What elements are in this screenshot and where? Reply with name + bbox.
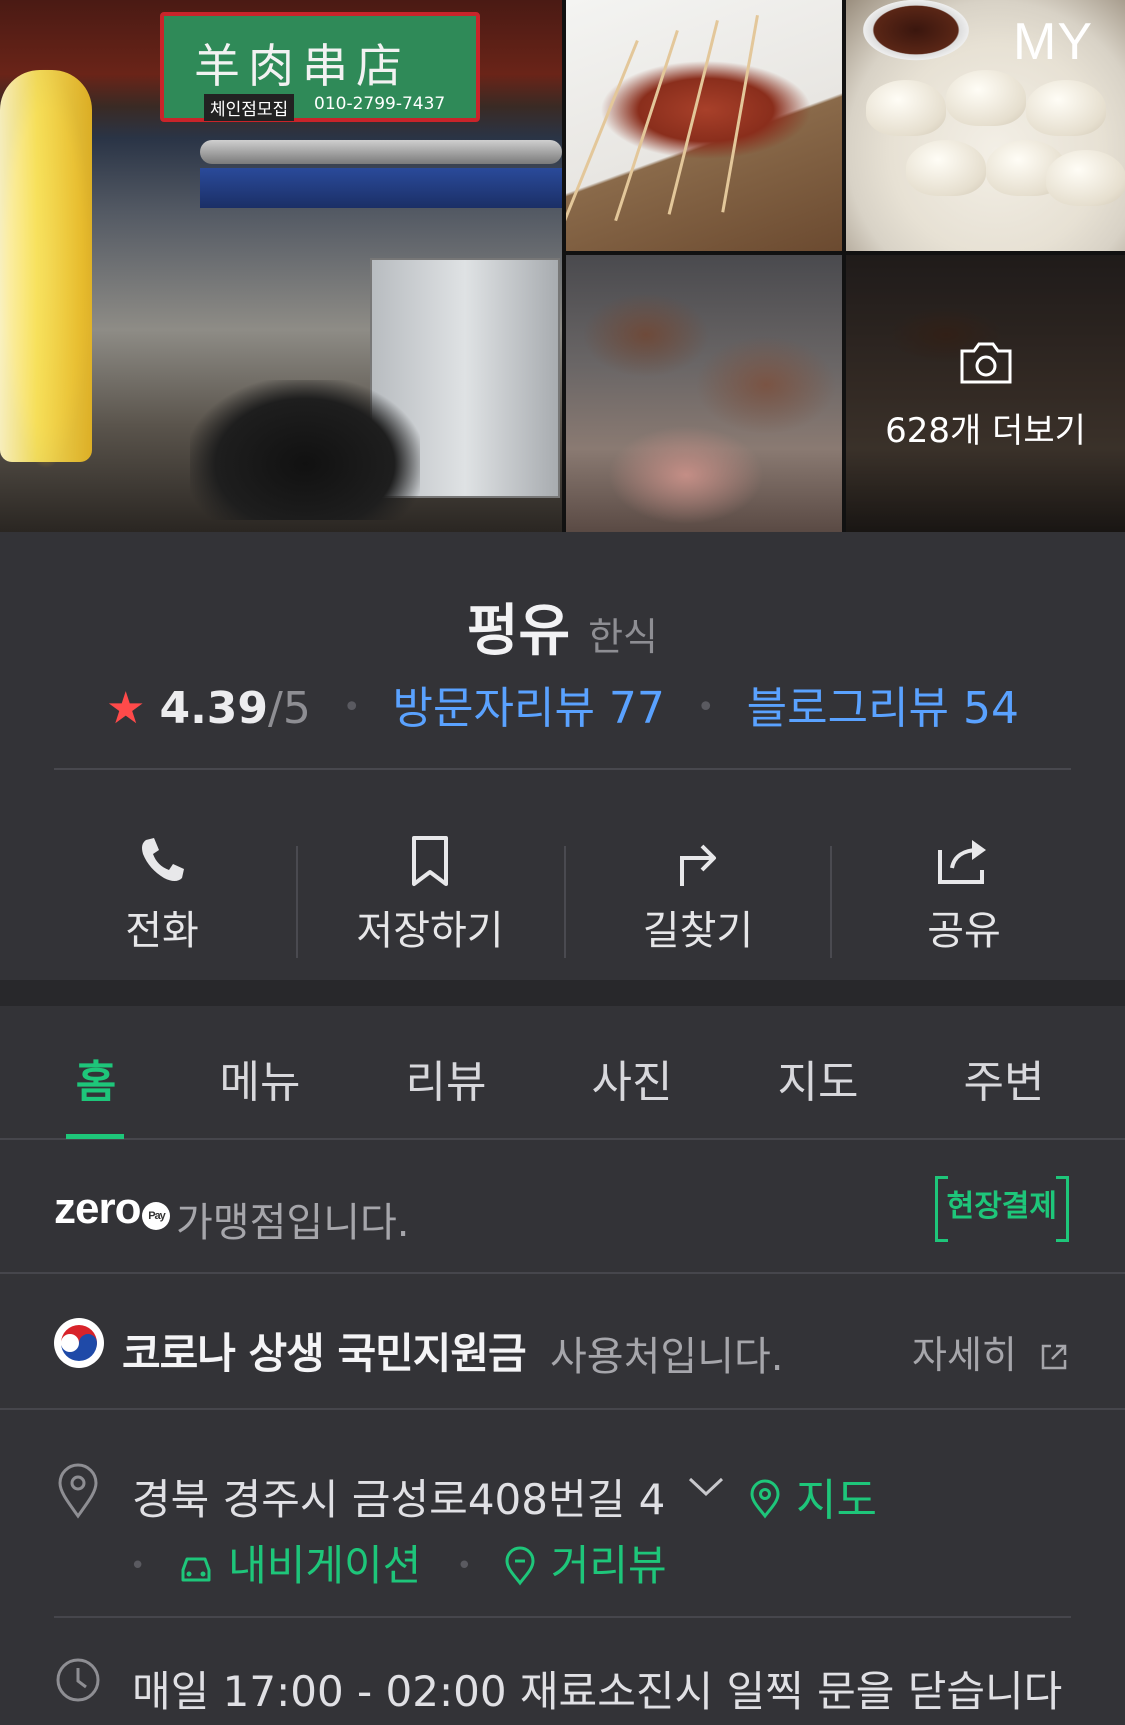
rating-max: /5 xyxy=(268,683,311,734)
zeropay-text: 가맹점입니다. xyxy=(176,1200,410,1246)
directions-button[interactable]: 길찾기 xyxy=(564,794,832,954)
storefront-photo[interactable]: 羊肉串店 체인점모집 010-2799-7437 xyxy=(0,0,562,532)
zeropay-logo: zero Pay xyxy=(54,1184,171,1234)
lantern-decoration xyxy=(0,70,92,462)
skewers-photo[interactable] xyxy=(566,0,842,251)
onsite-payment-badge: 현장결제 xyxy=(934,1176,1070,1242)
chevron-down-icon[interactable] xyxy=(686,1474,726,1500)
grill-photo[interactable] xyxy=(566,255,842,532)
detail-link[interactable]: 자세히 xyxy=(912,1324,1069,1379)
rating-row: ★ 4.39/5 • 방문자리뷰 77 • 블로그리뷰 54 xyxy=(0,672,1125,736)
save-label: 저장하기 xyxy=(356,908,504,954)
photo-gallery: 羊肉串店 체인점모집 010-2799-7437 628개 더보기 MY xyxy=(0,0,1125,532)
active-tab-indicator xyxy=(66,1134,124,1139)
tab-menu[interactable]: 메뉴 xyxy=(190,1046,330,1110)
place-category: 한식 xyxy=(588,615,658,659)
share-icon xyxy=(938,840,986,884)
star-icon: ★ xyxy=(106,683,146,734)
exhaust-pipe xyxy=(200,140,562,164)
map-link-label: 지도 xyxy=(796,1475,877,1526)
zeropay-row: zero Pay 가맹점입니다. 현장결제 xyxy=(0,1140,1125,1274)
hours-row: 매일 17:00 - 02:00 재료소진시 일찍 문을 닫습니다 xyxy=(0,1618,1125,1725)
address-row: 경북 경주시 금성로408번길 4 지도 • 내비게이션 • 거리뷰 xyxy=(0,1410,1125,1618)
corona-support-text: 사용처입니다. xyxy=(550,1334,784,1380)
hours-text[interactable]: 매일 17:00 - 02:00 재료소진시 일찍 문을 닫습니다 xyxy=(132,1658,1062,1719)
share-button[interactable]: 공유 xyxy=(830,794,1098,954)
corona-support-title: 코로나 상생 국민지원금 xyxy=(122,1329,527,1378)
call-label: 전화 xyxy=(125,908,199,954)
store-sign-sub: 체인점모집 xyxy=(204,94,295,121)
address-sub-links: • 내비게이션 • 거리뷰 xyxy=(130,1532,667,1593)
visitor-reviews-link[interactable]: 방문자리뷰 77 xyxy=(393,683,665,734)
directions-label: 길찾기 xyxy=(642,908,754,954)
share-label: 공유 xyxy=(927,908,1001,954)
tab-home[interactable]: 홈 xyxy=(26,1046,166,1110)
corona-support-row: 코로나 상생 국민지원금 사용처입니다. 자세히 xyxy=(0,1274,1125,1410)
separator-dot: • xyxy=(342,690,361,725)
camera-icon xyxy=(960,342,1012,384)
map-pin-icon xyxy=(750,1479,780,1519)
clock-icon xyxy=(56,1658,100,1702)
store-sign-text: 羊肉串店 xyxy=(194,39,410,93)
tab-photo[interactable]: 사진 xyxy=(562,1046,702,1110)
place-summary: 펑유 한식 ★ 4.39/5 • 방문자리뷰 77 • 블로그리뷰 54 전화 xyxy=(0,532,1125,980)
store-sign: 羊肉串店 체인점모집 010-2799-7437 xyxy=(160,12,480,122)
street-view-label: 거리뷰 xyxy=(550,1541,667,1590)
more-photos-label: 628개 더보기 xyxy=(885,411,1086,451)
store-sign-phone: 010-2799-7437 xyxy=(314,94,446,114)
map-link[interactable]: 지도 xyxy=(748,1464,877,1528)
tab-review[interactable]: 리뷰 xyxy=(376,1046,516,1110)
call-button[interactable]: 전화 xyxy=(28,794,296,954)
rating-value: 4.39 xyxy=(159,683,269,734)
separator-dot: • xyxy=(696,690,715,725)
save-button[interactable]: 저장하기 xyxy=(296,794,564,954)
divider xyxy=(54,768,1071,770)
tab-bar: 홈 메뉴 리뷰 사진 지도 주변 xyxy=(0,1006,1125,1140)
phone-icon xyxy=(142,838,184,881)
awning xyxy=(200,168,562,208)
action-bar: 전화 저장하기 길찾기 공유 xyxy=(0,794,1125,958)
bookmark-icon xyxy=(412,836,448,886)
detail-label: 자세히 xyxy=(912,1333,1017,1377)
my-button[interactable]: MY xyxy=(1013,12,1093,72)
section-gap xyxy=(0,980,1125,1006)
address-text[interactable]: 경북 경주시 금성로408번길 4 xyxy=(132,1466,665,1527)
taegeuk-icon xyxy=(54,1318,104,1368)
directions-icon xyxy=(680,844,716,886)
car-icon xyxy=(181,1557,211,1582)
location-pin-icon xyxy=(58,1463,98,1519)
scooter xyxy=(190,380,420,520)
navigation-label: 내비게이션 xyxy=(228,1541,422,1590)
separator-dot: • xyxy=(130,1551,146,1581)
separator-dot: • xyxy=(456,1551,472,1581)
tab-nearby[interactable]: 주변 xyxy=(934,1046,1074,1110)
tab-map[interactable]: 지도 xyxy=(748,1046,888,1110)
street-view-pin-icon xyxy=(505,1546,535,1586)
navigation-link[interactable]: 내비게이션 xyxy=(177,1541,435,1590)
street-view-link[interactable]: 거리뷰 xyxy=(503,1541,667,1590)
external-link-icon xyxy=(1041,1344,1067,1370)
place-name: 펑유 xyxy=(467,599,571,664)
more-photos-tile[interactable]: 628개 더보기 xyxy=(846,255,1125,532)
blog-reviews-link[interactable]: 블로그리뷰 54 xyxy=(747,683,1019,734)
title-row: 펑유 한식 xyxy=(0,586,1125,667)
